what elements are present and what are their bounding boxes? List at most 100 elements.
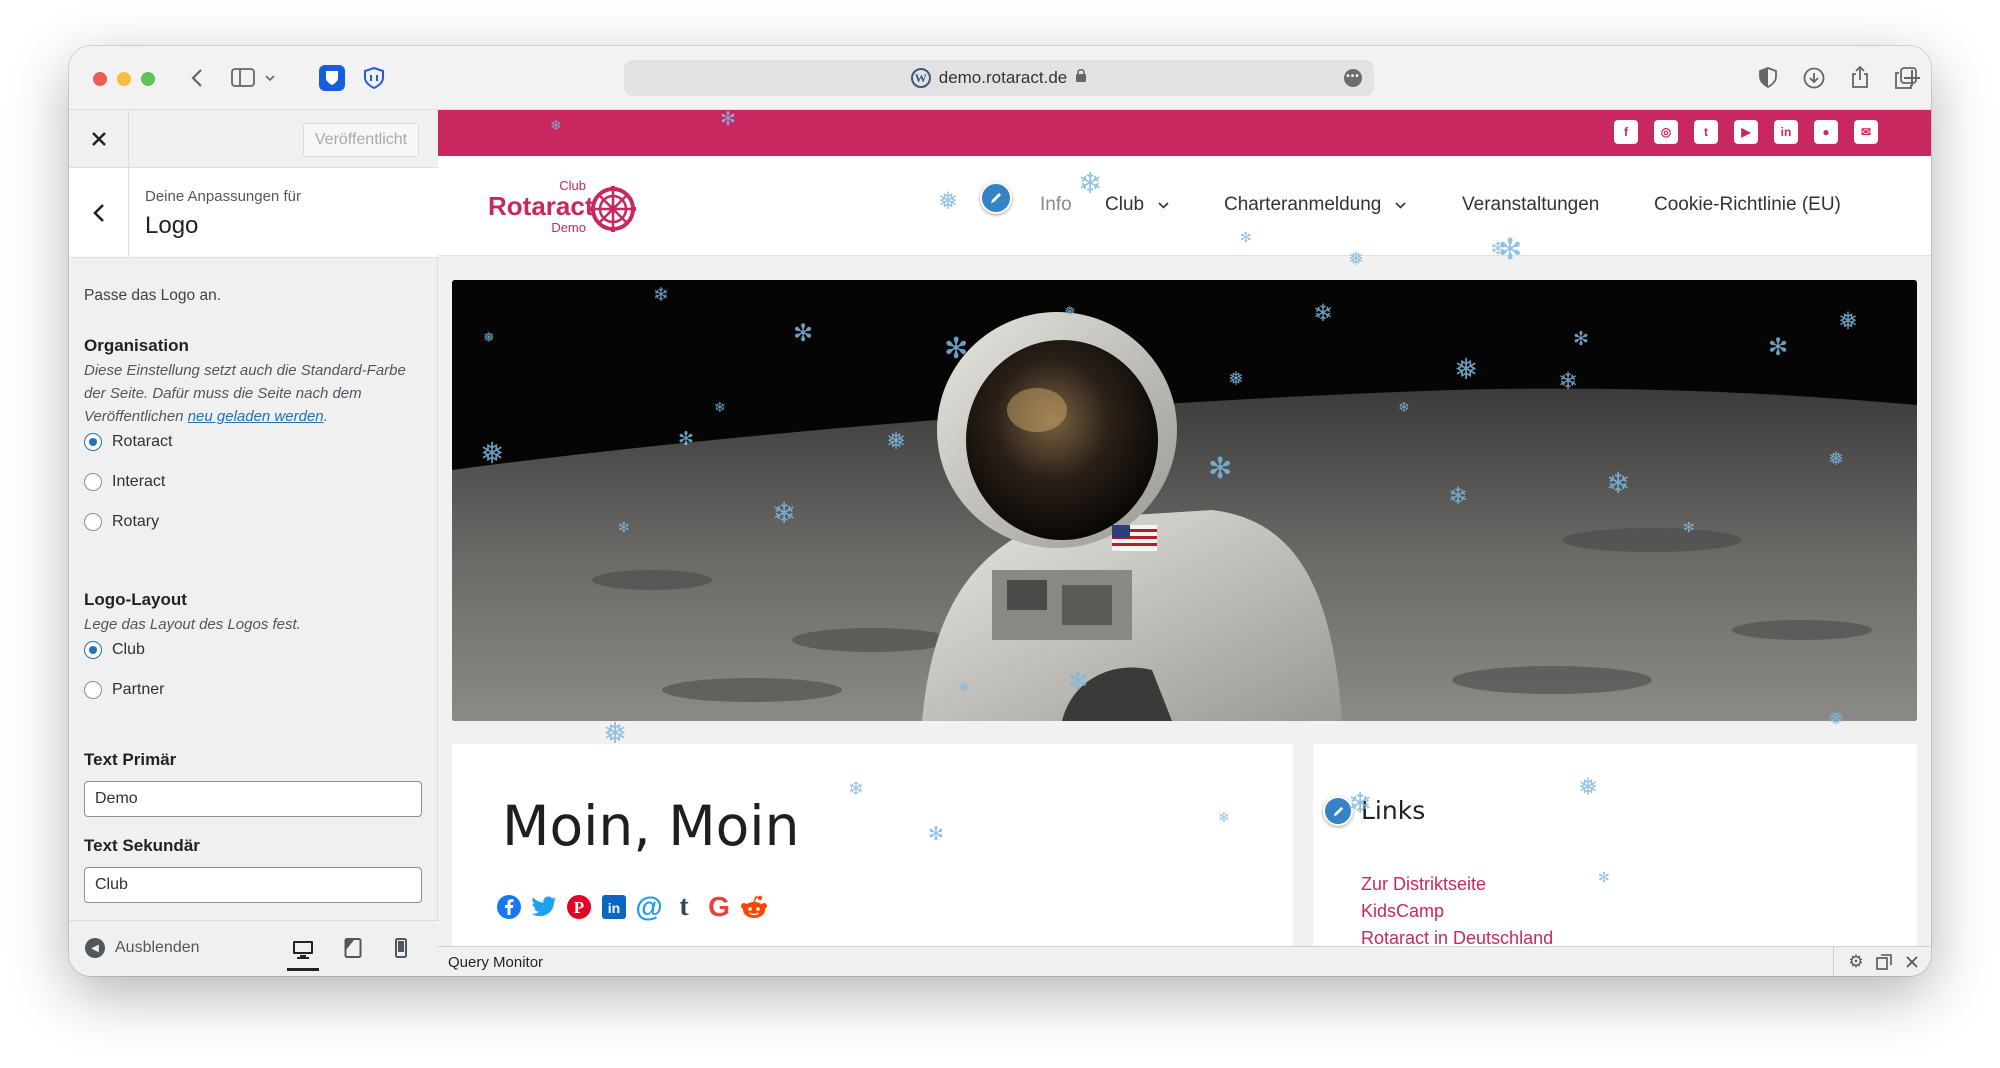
share-linkedin-icon[interactable]: in xyxy=(599,892,629,922)
share-tumblr-icon[interactable]: t xyxy=(669,891,699,922)
logo-layout-label: Logo-Layout xyxy=(84,590,187,609)
snowflake-icon: ❄ xyxy=(1558,368,1579,395)
snowflake-icon: ❄ xyxy=(1348,788,1373,820)
sidebar-icon[interactable] xyxy=(229,64,277,92)
gear-icon[interactable]: ⚙ xyxy=(1846,952,1866,972)
close-window-button[interactable] xyxy=(93,72,107,86)
snowflake-icon: ✻ xyxy=(1208,453,1233,485)
shield-half-icon[interactable] xyxy=(1755,64,1781,92)
query-monitor-label[interactable]: Query Monitor xyxy=(448,954,543,971)
snowflake-icon: ❅ xyxy=(938,188,959,215)
site-logo[interactable]: Club Rotaract Demo xyxy=(488,178,638,235)
snowflake-icon: ❅ xyxy=(1838,308,1859,335)
bitwarden-icon[interactable] xyxy=(319,65,345,91)
nav-item-club[interactable]: Club xyxy=(1105,194,1169,216)
text-primary-input[interactable] xyxy=(84,781,422,817)
section-subtitle: Deine Anpassungen für xyxy=(145,188,301,205)
snowflake-icon: ❄ xyxy=(1490,239,1506,260)
share-email-icon[interactable]: @ xyxy=(634,891,664,922)
plus-icon[interactable] xyxy=(1899,64,1925,92)
chevron-left-icon xyxy=(92,204,104,222)
radio-partner[interactable]: Partner xyxy=(84,681,164,699)
dock-icon[interactable] xyxy=(1874,952,1894,972)
organisation-label: Organisation xyxy=(84,336,189,355)
radio-rotary[interactable]: Rotary xyxy=(84,513,159,531)
address-bar[interactable]: W demo.rotaract.de ••• xyxy=(624,60,1374,96)
svg-text:in: in xyxy=(608,900,620,916)
url-text: demo.rotaract.de xyxy=(938,68,1068,87)
radio-button[interactable] xyxy=(84,513,102,531)
facebook-icon[interactable]: f xyxy=(1614,120,1638,144)
snowflake-icon: ❅ xyxy=(886,428,907,455)
instagram-icon[interactable]: ◎ xyxy=(1654,120,1678,144)
wordpress-icon: W xyxy=(910,68,931,88)
youtube-icon[interactable]: ▶ xyxy=(1734,120,1758,144)
link-rotaract-deutschland[interactable]: Rotaract in Deutschland xyxy=(1361,928,1553,946)
privacy-shield-icon[interactable] xyxy=(361,65,387,91)
snowflake-icon: ❄ xyxy=(550,117,562,133)
share-icon[interactable] xyxy=(1847,62,1873,92)
radio-rotaract[interactable]: Rotaract xyxy=(84,433,172,451)
text-secondary-input[interactable] xyxy=(84,867,422,903)
astronaut-photo xyxy=(452,280,1917,721)
nav-item-info[interactable]: Info xyxy=(1040,194,1072,216)
radio-club[interactable]: Club xyxy=(84,641,145,659)
share-pinterest-icon[interactable]: P xyxy=(564,892,594,922)
social-top-bar: f ◎ t ▶ in ● ✉ xyxy=(438,110,1931,156)
customizer-header: Veröffentlicht xyxy=(69,110,438,168)
share-reddit-icon[interactable] xyxy=(739,892,769,922)
radio-button-selected[interactable] xyxy=(84,433,102,451)
snowflake-icon: ❄ xyxy=(1078,168,1103,200)
section-header: Deine Anpassungen für Logo xyxy=(69,168,438,258)
nav-item-veranstaltungen[interactable]: Veranstaltungen xyxy=(1462,194,1599,216)
radio-button[interactable] xyxy=(84,681,102,699)
snowflake-icon: ✻ xyxy=(1598,869,1610,885)
hide-controls-button[interactable]: ◀ Ausblenden xyxy=(85,938,200,958)
github-icon[interactable]: ● xyxy=(1814,120,1838,144)
share-facebook-icon[interactable] xyxy=(494,892,524,922)
nav-label: Info xyxy=(1040,194,1072,215)
more-options-icon[interactable]: ••• xyxy=(1344,69,1362,87)
twitter-icon[interactable]: t xyxy=(1694,120,1718,144)
minimize-window-button[interactable] xyxy=(117,72,131,86)
snowflake-icon: ❄ xyxy=(1448,483,1469,510)
nav-item-cookie-richtlinie[interactable]: Cookie-Richtlinie (EU) xyxy=(1654,194,1841,216)
link-kidscamp[interactable]: KidsCamp xyxy=(1361,901,1444,922)
back-icon[interactable] xyxy=(183,64,211,92)
edit-shortcut-icon[interactable] xyxy=(980,182,1012,214)
reload-link[interactable]: neu geladen werden xyxy=(188,408,324,425)
desktop-icon[interactable] xyxy=(287,931,319,971)
snowflake-icon: ✻ xyxy=(793,320,814,347)
mobile-icon[interactable] xyxy=(385,935,417,961)
radio-button-selected[interactable] xyxy=(84,641,102,659)
snowflake-icon: ❅ xyxy=(1578,774,1599,801)
back-button[interactable] xyxy=(69,168,129,258)
radio-interact[interactable]: Interact xyxy=(84,473,165,491)
snowflake-icon: ✻ xyxy=(618,519,630,535)
snowflake-icon: ✻ xyxy=(1573,329,1589,350)
nav-label: Club xyxy=(1105,194,1145,215)
logo-layout-description: Lege das Layout des Logos fest. xyxy=(84,616,301,633)
tablet-icon[interactable] xyxy=(337,935,369,961)
snowflake-icon: ❅ xyxy=(1348,249,1364,270)
close-customizer-button[interactable] xyxy=(69,110,129,168)
share-twitter-icon[interactable] xyxy=(529,892,559,922)
radio-label: Interact xyxy=(112,473,166,490)
nav-item-charteranmeldung[interactable]: Charteranmeldung xyxy=(1224,194,1406,216)
download-icon[interactable] xyxy=(1801,64,1827,92)
radio-button[interactable] xyxy=(84,473,102,491)
collapse-icon: ◀ xyxy=(85,938,105,958)
publish-button[interactable]: Veröffentlicht xyxy=(303,123,419,157)
snowflake-icon: ❅ xyxy=(1228,369,1244,390)
section-intro: Passe das Logo an. xyxy=(84,287,222,304)
share-google-icon[interactable]: G xyxy=(704,891,734,922)
mail-icon[interactable]: ✉ xyxy=(1854,120,1878,144)
close-icon[interactable] xyxy=(1902,952,1922,972)
linkedin-icon[interactable]: in xyxy=(1774,120,1798,144)
link-distriktseite[interactable]: Zur Distriktseite xyxy=(1361,874,1486,895)
snowflake-icon: ❄ xyxy=(714,399,726,415)
snowflake-icon: ❅ xyxy=(1454,354,1479,386)
zoom-window-button[interactable] xyxy=(141,72,155,86)
snowflake-icon: ✻ xyxy=(1068,668,1089,695)
snowflake-icon: ✻ xyxy=(678,429,694,450)
